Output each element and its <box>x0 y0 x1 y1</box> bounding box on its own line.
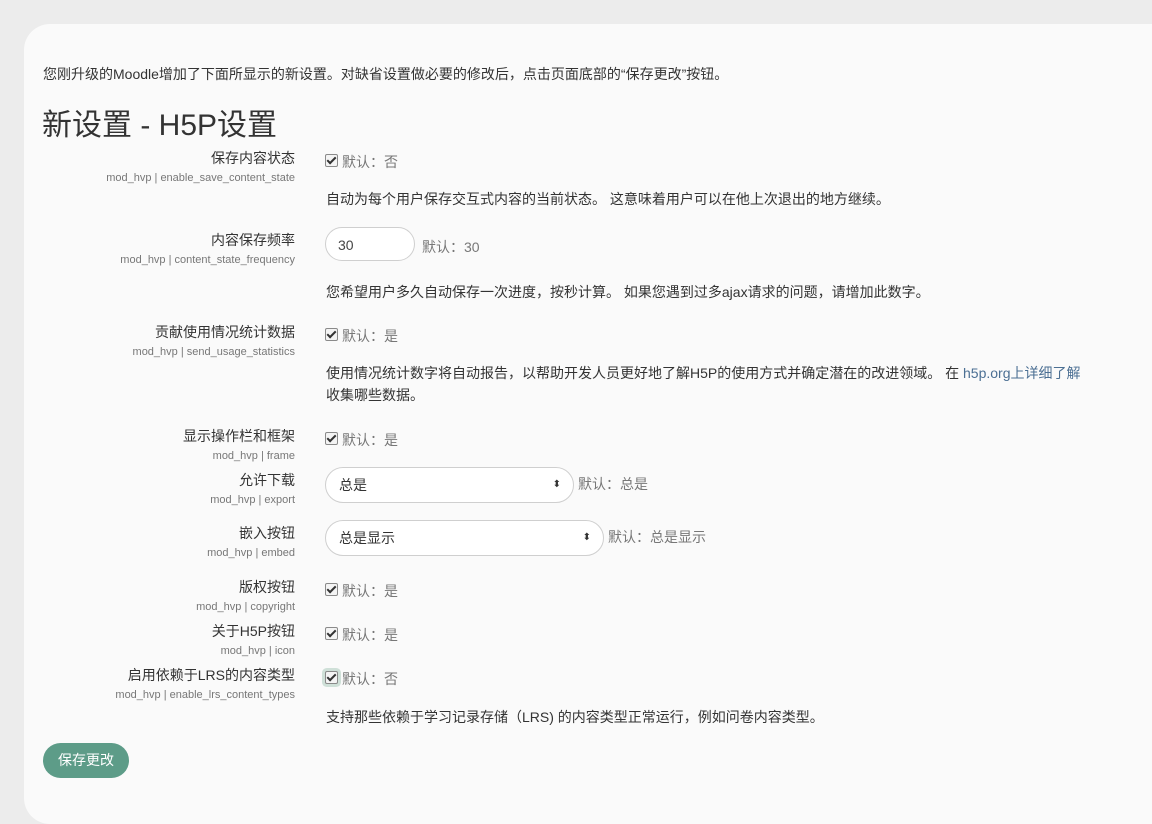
setting-title: 贡献使用情况统计数据 <box>155 324 295 340</box>
page-title: 新设置 - H5P设置 <box>42 109 278 142</box>
setting-title: 关于H5P按钮 <box>211 623 295 639</box>
setting-description: 自动为每个用户保存交互式内容的当前状态。 这意味着用户可以在他上次退出的地方继续… <box>326 191 890 207</box>
setting-key: mod_hvp | embed <box>207 547 295 559</box>
default-value: 默认：是 <box>342 627 398 643</box>
setting-label-frequency: 内容保存频率 mod_hvp | content_state_frequency <box>120 230 295 266</box>
default-value: 默认：总是显示 <box>608 529 706 545</box>
setting-key: mod_hvp | frame <box>212 450 295 462</box>
usage-statistics-checkbox[interactable] <box>325 328 338 341</box>
copyright-checkbox[interactable] <box>325 583 338 596</box>
default-value: 默认：是 <box>342 432 398 448</box>
setting-key: mod_hvp | enable_save_content_state <box>106 172 295 184</box>
setting-label-copyright: 版权按钮 mod_hvp | copyright <box>196 577 295 613</box>
setting-label-icon: 关于H5P按钮 mod_hvp | icon <box>212 621 295 657</box>
setting-key: mod_hvp | export <box>210 494 295 506</box>
setting-key: mod_hvp | icon <box>220 645 295 657</box>
default-value: 默认：是 <box>342 328 398 344</box>
setting-label-save-state: 保存内容状态 mod_hvp | enable_save_content_sta… <box>106 148 295 184</box>
setting-label-export: 允许下载 mod_hvp | export <box>210 470 295 506</box>
setting-title: 内容保存频率 <box>211 232 295 248</box>
setting-key: mod_hvp | copyright <box>196 601 295 613</box>
selected-option: 总是显示 <box>339 530 395 546</box>
default-value: 默认：是 <box>342 583 398 599</box>
embed-select[interactable]: 总是显示 ⬍ <box>325 520 604 556</box>
default-value: 默认：30 <box>422 239 480 255</box>
setting-description: 使用情况统计数字将自动报告，以帮助开发人员更好地了解H5P的使用方式并确定潜在的… <box>326 362 1141 406</box>
setting-description: 支持那些依赖于学习记录存储（LRS) 的内容类型正常运行，例如问卷内容类型。 <box>326 709 824 725</box>
frequency-input[interactable]: 30 <box>325 227 415 261</box>
select-arrows-icon: ⬍ <box>582 532 591 543</box>
setting-title: 嵌入按钮 <box>239 525 295 541</box>
lrs-content-types-checkbox[interactable] <box>325 671 338 684</box>
setting-key: mod_hvp | send_usage_statistics <box>132 346 295 358</box>
description-text: 使用情况统计数字将自动报告，以帮助开发人员更好地了解H5P的使用方式并确定潜在的… <box>326 365 964 381</box>
about-h5p-checkbox[interactable] <box>325 627 338 640</box>
selected-option: 总是 <box>339 477 367 493</box>
h5p-org-link[interactable]: h5p.org上详细了解 <box>963 365 1080 381</box>
description-text: 收集哪些数据。 <box>326 387 424 403</box>
setting-description: 您希望用户多久自动保存一次进度，按秒计算。 如果您遇到过多ajax请求的问题，请… <box>326 284 930 300</box>
settings-card <box>24 24 1152 824</box>
save-changes-button[interactable]: 保存更改 <box>43 743 129 778</box>
save-state-checkbox[interactable] <box>325 154 338 167</box>
export-select[interactable]: 总是 ⬍ <box>325 467 574 503</box>
setting-label-frame: 显示操作栏和框架 mod_hvp | frame <box>183 426 295 462</box>
select-arrows-icon: ⬍ <box>552 479 561 490</box>
setting-label-usage: 贡献使用情况统计数据 mod_hvp | send_usage_statisti… <box>133 322 295 358</box>
frame-checkbox[interactable] <box>325 432 338 445</box>
setting-key: mod_hvp | content_state_frequency <box>120 254 295 266</box>
setting-title: 启用依赖于LRS的内容类型 <box>127 667 295 683</box>
setting-label-lrs: 启用依赖于LRS的内容类型 mod_hvp | enable_lrs_conte… <box>115 665 295 701</box>
upgrade-notice: 您刚升级的Moodle增加了下面所显示的新设置。对缺省设置做必要的修改后，点击页… <box>43 66 729 82</box>
default-value: 默认：否 <box>342 671 398 687</box>
setting-key: mod_hvp | enable_lrs_content_types <box>115 689 295 701</box>
setting-title: 版权按钮 <box>239 579 295 595</box>
setting-title: 显示操作栏和框架 <box>183 428 295 444</box>
default-value: 默认：否 <box>342 154 398 170</box>
setting-label-embed: 嵌入按钮 mod_hvp | embed <box>207 523 295 559</box>
default-value: 默认：总是 <box>578 476 648 492</box>
setting-title: 保存内容状态 <box>211 150 295 166</box>
setting-title: 允许下载 <box>239 472 295 488</box>
